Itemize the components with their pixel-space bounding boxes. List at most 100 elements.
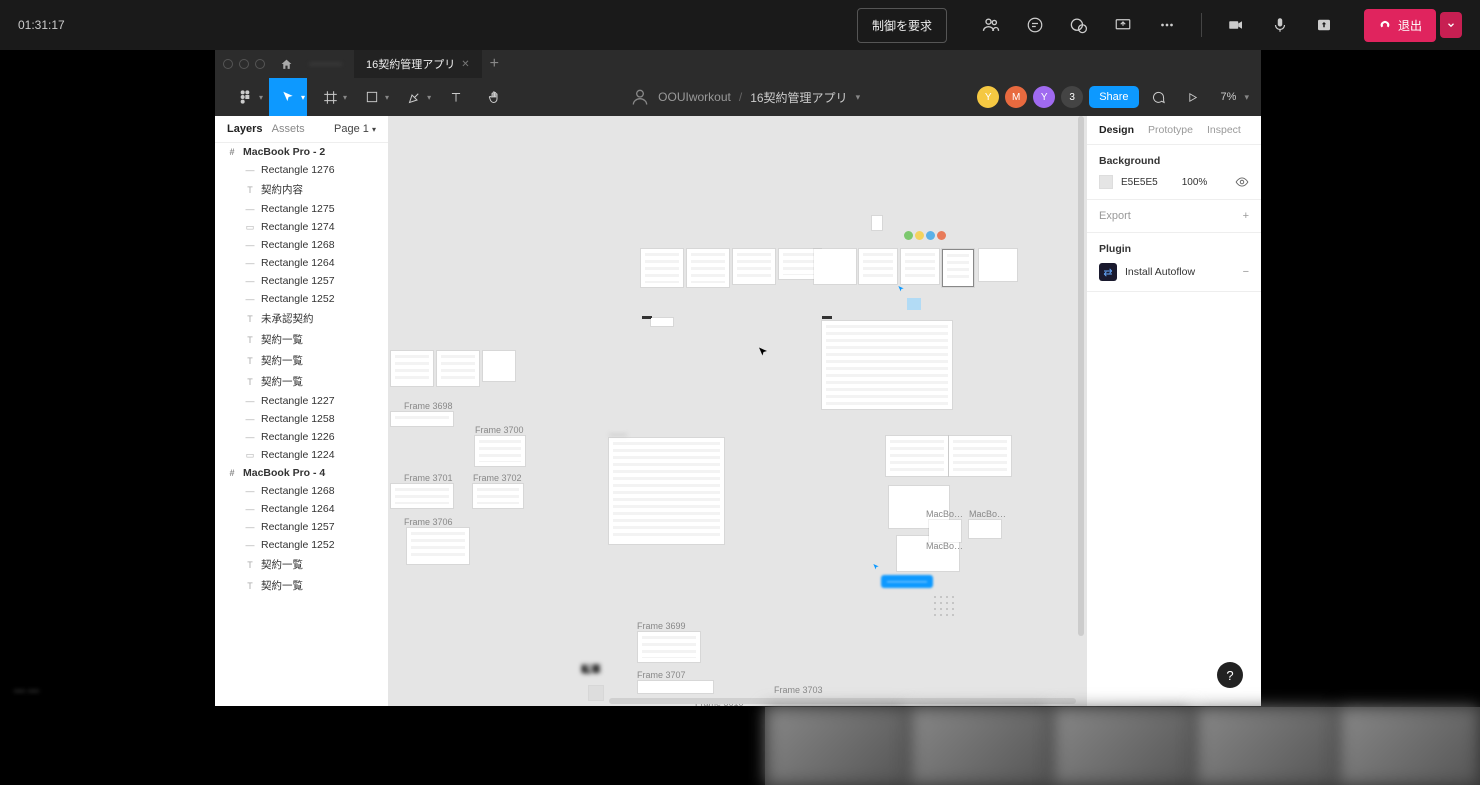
comments-icon[interactable] bbox=[1145, 78, 1173, 116]
local-cursor bbox=[757, 346, 769, 358]
design-panel: Design Prototype Inspect Background E5E5… bbox=[1086, 116, 1261, 706]
people-icon[interactable] bbox=[979, 13, 1003, 37]
prototype-tab[interactable]: Prototype bbox=[1148, 124, 1193, 136]
participant-video[interactable] bbox=[1195, 707, 1336, 785]
share-screen-icon[interactable] bbox=[1111, 13, 1135, 37]
collaborator-tag: ————— bbox=[881, 575, 933, 588]
new-tab-button[interactable]: + bbox=[482, 55, 507, 73]
layer-row[interactable]: —Rectangle 1258 bbox=[215, 410, 388, 428]
zoom-level[interactable]: 7% bbox=[1221, 91, 1237, 103]
layer-row[interactable]: T契約一覧 bbox=[215, 554, 388, 575]
layer-row[interactable]: —Rectangle 1276 bbox=[215, 161, 388, 179]
help-button[interactable]: ? bbox=[1217, 662, 1243, 688]
present-icon[interactable] bbox=[1179, 78, 1207, 116]
inspect-tab[interactable]: Inspect bbox=[1207, 124, 1241, 136]
text-tool-icon[interactable] bbox=[437, 78, 475, 116]
user-icon bbox=[630, 87, 650, 107]
chevron-down-icon[interactable]: ▾ bbox=[1244, 92, 1249, 103]
eye-icon[interactable] bbox=[1235, 175, 1249, 189]
collaborator-cursor bbox=[897, 285, 905, 293]
minus-icon[interactable]: − bbox=[1243, 266, 1249, 278]
request-control-button[interactable]: 制御を要求 bbox=[857, 8, 947, 43]
video-icon[interactable] bbox=[1224, 13, 1248, 37]
layer-row[interactable]: —Rectangle 1226 bbox=[215, 428, 388, 446]
chevron-down-icon[interactable]: ▾ bbox=[385, 93, 389, 102]
more-icon[interactable] bbox=[1155, 13, 1179, 37]
participant-video[interactable] bbox=[1052, 707, 1193, 785]
design-tab[interactable]: Design bbox=[1099, 124, 1134, 136]
layer-row[interactable]: #MacBook Pro - 2 bbox=[215, 143, 388, 161]
layer-row[interactable]: —Rectangle 1252 bbox=[215, 536, 388, 554]
upload-icon[interactable] bbox=[1312, 13, 1336, 37]
layer-row[interactable]: —Rectangle 1252 bbox=[215, 290, 388, 308]
chevron-down-icon[interactable]: ▾ bbox=[259, 93, 263, 102]
canvas[interactable]: Frame 3698 Frame 3700 Frame 3701 Frame 3… bbox=[389, 116, 1086, 706]
layer-row[interactable]: —Rectangle 1268 bbox=[215, 236, 388, 254]
layer-row[interactable]: —Rectangle 1257 bbox=[215, 272, 388, 290]
tab-active[interactable]: 16契約管理アプリ ✕ bbox=[354, 50, 482, 78]
layer-row[interactable]: —Rectangle 1257 bbox=[215, 518, 388, 536]
participant-video[interactable] bbox=[909, 707, 1050, 785]
layer-row[interactable]: T契約一覧 bbox=[215, 350, 388, 371]
layers-list[interactable]: #MacBook Pro - 2—Rectangle 1276T契約内容—Rec… bbox=[215, 143, 388, 706]
chevron-down-icon[interactable]: ▾ bbox=[427, 93, 431, 102]
layer-row[interactable]: —Rectangle 1264 bbox=[215, 500, 388, 518]
chevron-down-icon[interactable]: ▾ bbox=[856, 92, 861, 103]
layer-row[interactable]: —Rectangle 1227 bbox=[215, 392, 388, 410]
participant-video[interactable] bbox=[766, 707, 907, 785]
collaborator-cursor bbox=[872, 563, 880, 571]
grid-icon bbox=[932, 594, 956, 618]
export-heading[interactable]: Export bbox=[1099, 210, 1131, 222]
share-button[interactable]: Share bbox=[1089, 86, 1138, 108]
layer-row[interactable]: —Rectangle 1264 bbox=[215, 254, 388, 272]
plugin-item[interactable]: Install Autoflow bbox=[1125, 266, 1195, 278]
background-color-value[interactable]: E5E5E5 bbox=[1121, 177, 1158, 188]
file-title[interactable]: OOUIworkout / 16契約管理アプリ ▾ bbox=[630, 87, 860, 107]
plus-icon[interactable]: + bbox=[1243, 210, 1249, 222]
layers-tab[interactable]: Layers bbox=[227, 123, 262, 135]
layer-row[interactable]: ▭Rectangle 1274 bbox=[215, 218, 388, 236]
layer-row[interactable]: #MacBook Pro - 4 bbox=[215, 464, 388, 482]
chevron-down-icon[interactable]: ▾ bbox=[343, 93, 347, 102]
reactions-icon[interactable] bbox=[1067, 13, 1091, 37]
mic-icon[interactable] bbox=[1268, 13, 1292, 37]
close-icon[interactable]: ✕ bbox=[461, 59, 469, 70]
layer-row[interactable]: T契約内容 bbox=[215, 179, 388, 200]
figma-toolbar: ▾ ▾ ▾ ▾ ▾ OOUIworkout / 16契約管理アプリ ▾ Y M … bbox=[215, 78, 1261, 116]
avatar-overflow[interactable]: 3 bbox=[1061, 86, 1083, 108]
layer-row[interactable]: —Rectangle 1268 bbox=[215, 482, 388, 500]
plugin-heading: Plugin bbox=[1099, 243, 1249, 255]
assets-tab[interactable]: Assets bbox=[272, 123, 305, 135]
browser-tab-strip: ——— 16契約管理アプリ ✕ + bbox=[215, 50, 1261, 78]
avatar[interactable]: M bbox=[1005, 86, 1027, 108]
layer-row[interactable]: T契約一覧 bbox=[215, 329, 388, 350]
layers-panel: Layers Assets Page 1 ▾ #MacBook Pro - 2—… bbox=[215, 116, 389, 706]
scrollbar-horizontal[interactable] bbox=[609, 698, 1076, 704]
video-strip bbox=[765, 707, 1480, 785]
background-opacity[interactable]: 100% bbox=[1182, 177, 1208, 188]
chat-icon[interactable] bbox=[1023, 13, 1047, 37]
tab-inactive[interactable]: ——— bbox=[297, 50, 354, 78]
scrollbar-vertical[interactable] bbox=[1078, 116, 1084, 636]
color-swatch[interactable] bbox=[1099, 175, 1113, 189]
leave-button[interactable]: 退出 bbox=[1364, 9, 1436, 42]
selection-box bbox=[907, 298, 921, 310]
page-selector[interactable]: Page 1 ▾ bbox=[334, 123, 376, 135]
layer-row[interactable]: ▭Rectangle 1224 bbox=[215, 446, 388, 464]
sticky-notes bbox=[904, 231, 946, 240]
layer-row[interactable]: —Rectangle 1275 bbox=[215, 200, 388, 218]
participant-name: — — bbox=[14, 685, 39, 697]
avatar[interactable]: Y bbox=[1033, 86, 1055, 108]
layer-row[interactable]: T契約一覧 bbox=[215, 371, 388, 392]
avatar[interactable]: Y bbox=[977, 86, 999, 108]
leave-chevron[interactable] bbox=[1440, 12, 1462, 38]
participant-video[interactable] bbox=[1338, 707, 1479, 785]
meeting-top-bar: 01:31:17 制御を要求 退出 bbox=[0, 0, 1480, 50]
layer-row[interactable]: T未承認契約 bbox=[215, 308, 388, 329]
background-heading: Background bbox=[1099, 155, 1249, 167]
chevron-down-icon[interactable]: ▾ bbox=[301, 93, 305, 102]
layer-row[interactable]: T契約一覧 bbox=[215, 575, 388, 596]
hand-tool-icon[interactable] bbox=[475, 78, 513, 116]
meeting-timer: 01:31:17 bbox=[18, 18, 65, 32]
home-tab-icon[interactable] bbox=[275, 53, 297, 75]
